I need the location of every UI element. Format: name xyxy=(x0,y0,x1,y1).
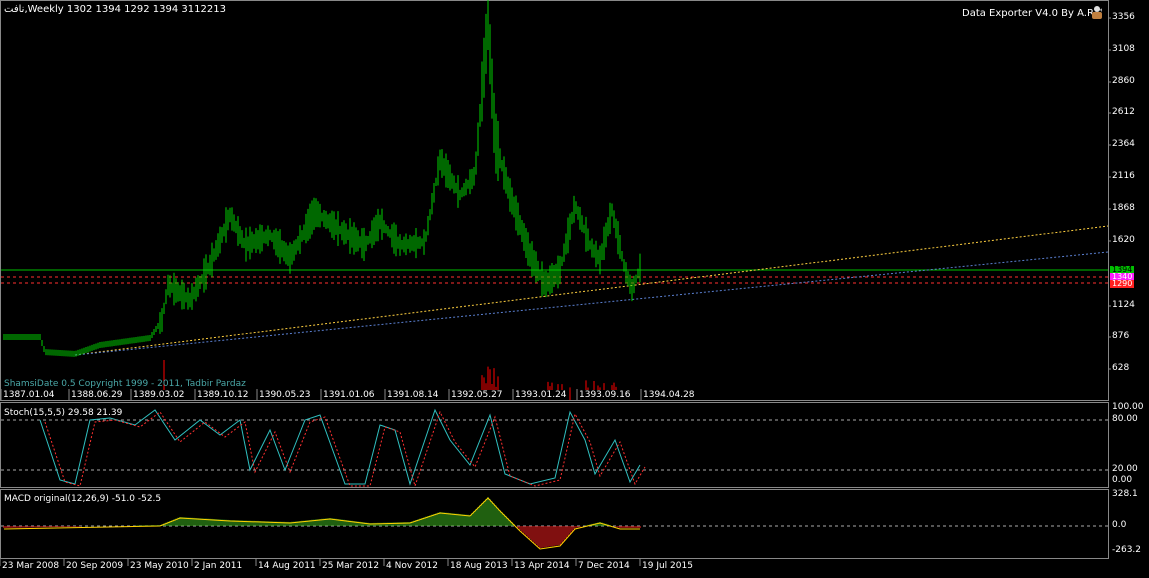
chart-canvas[interactable] xyxy=(0,0,1149,578)
macd-pane xyxy=(0,489,1109,566)
time-axis-label: 4 Nov 2012 xyxy=(386,561,438,571)
shamsi-date-label: 1391.01.06 xyxy=(323,390,375,400)
time-axis-label: 18 Aug 2013 xyxy=(450,561,508,571)
stoch-axis-label: 0.00 xyxy=(1112,475,1133,485)
price-axis-label: 2612 xyxy=(1112,107,1135,117)
shamsi-date-label: 1393.09.16 xyxy=(579,390,631,400)
stochastic-pane xyxy=(0,402,1109,488)
stoch-axis-label: 100.00 xyxy=(1112,402,1144,412)
time-axis-label: 13 Apr 2014 xyxy=(514,561,570,571)
price-axis-label: 876 xyxy=(1112,331,1130,341)
stoch-main-line xyxy=(39,408,641,486)
price-frame xyxy=(0,0,1109,401)
price-axis-label: 3356 xyxy=(1112,12,1135,22)
shamsi-date-label: 1394.04.28 xyxy=(643,390,695,400)
macd-title: MACD original(12,26,9) -51.0 -52.5 xyxy=(4,494,162,504)
price-axis-label: 2116 xyxy=(1112,171,1135,181)
price-axis-label: 628 xyxy=(1112,363,1130,373)
exporter-label: Data Exporter V4.0 By A.R™ xyxy=(962,8,1104,19)
stoch-axis-label: 80.00 xyxy=(1112,414,1138,424)
macd-frame xyxy=(0,489,1109,559)
shamsi-date-label: 1392.05.27 xyxy=(451,390,503,400)
time-axis-label: 23 Mar 2008 xyxy=(2,561,60,571)
time-axis-label: 2 Jan 2011 xyxy=(194,561,243,571)
stoch-frame xyxy=(0,402,1109,488)
time-axis-label: 23 May 2010 xyxy=(130,561,189,571)
shamsi-date-label: 1389.03.02 xyxy=(133,390,185,400)
shamsi-date-label: 1391.08.14 xyxy=(387,390,439,400)
price-axis-label: 3108 xyxy=(1112,44,1135,54)
time-axis-label: 14 Aug 2011 xyxy=(258,561,316,571)
stoch-signal-line xyxy=(44,410,646,488)
time-axis-label: 19 Jul 2015 xyxy=(642,561,693,571)
price-axis-label: 2364 xyxy=(1112,139,1135,149)
price-axis-label: 2860 xyxy=(1112,76,1135,86)
price-axis-label: 1868 xyxy=(1112,203,1135,213)
shamsi-date-label: 1393.01.24 xyxy=(515,390,567,400)
macd-axis-label: 0.0 xyxy=(1112,520,1127,530)
time-axis-label: 20 Sep 2009 xyxy=(66,561,124,571)
price-axis-label: 1124 xyxy=(1112,300,1135,310)
time-axis-label: 7 Dec 2014 xyxy=(578,561,630,571)
macd-axis-label: -263.2 xyxy=(1112,545,1142,555)
shamsi-date-label: 1390.05.23 xyxy=(259,390,311,400)
price-badge-red: 1290 xyxy=(1110,279,1135,288)
shamsi-date-label: 1389.10.12 xyxy=(197,390,249,400)
time-axis-label: 25 Mar 2012 xyxy=(322,561,380,571)
person-bag-icon[interactable] xyxy=(1089,4,1105,20)
shamsi-date-label: 1387.01.04 xyxy=(3,390,55,400)
symbol-info: ﻧﺎﻓﺖ,Weekly 1302 1394 1292 1394 3112213 xyxy=(4,4,226,15)
macd-axis-label: 328.1 xyxy=(1112,489,1138,499)
stoch-title: Stoch(15,5,5) 29.58 21.39 xyxy=(4,408,123,418)
trend-line-blue xyxy=(74,251,1109,356)
price-pane xyxy=(0,0,1111,401)
shamsi-date-label: 1388.06.29 xyxy=(71,390,123,400)
price-axis-label: 1620 xyxy=(1112,235,1135,245)
copyright-text: ShamsiDate 0.5 Copyright 1999 - 2011, Ta… xyxy=(4,379,246,389)
stoch-axis-label: 20.00 xyxy=(1112,464,1138,474)
